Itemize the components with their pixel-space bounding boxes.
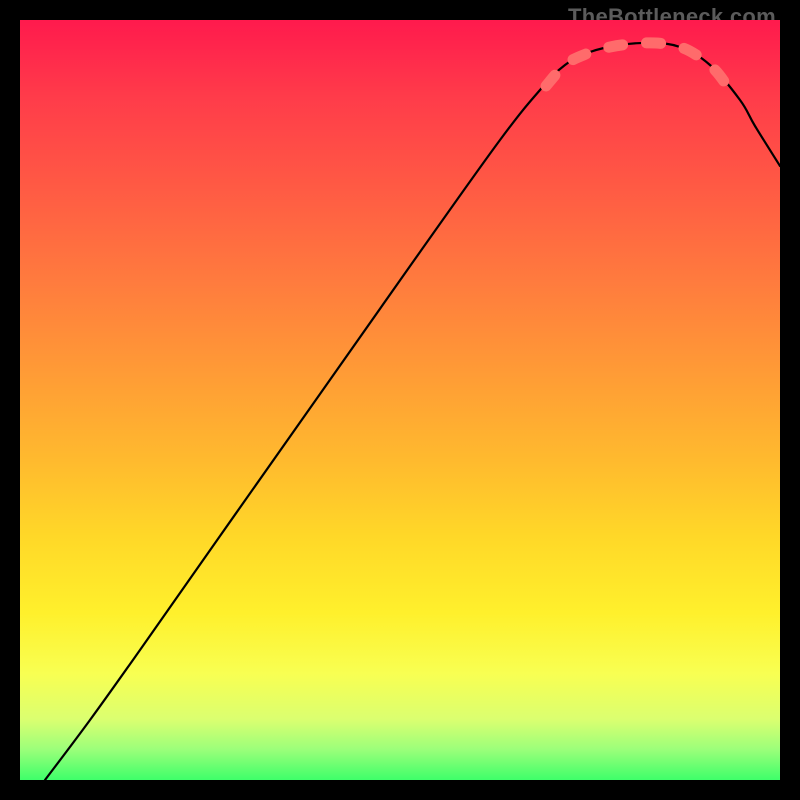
bottleneck-curve	[45, 43, 780, 780]
plot-area	[20, 20, 780, 780]
optimal-region-dashes	[546, 43, 728, 87]
chart-frame: TheBottleneck.com	[0, 0, 800, 800]
chart-svg	[20, 20, 780, 780]
